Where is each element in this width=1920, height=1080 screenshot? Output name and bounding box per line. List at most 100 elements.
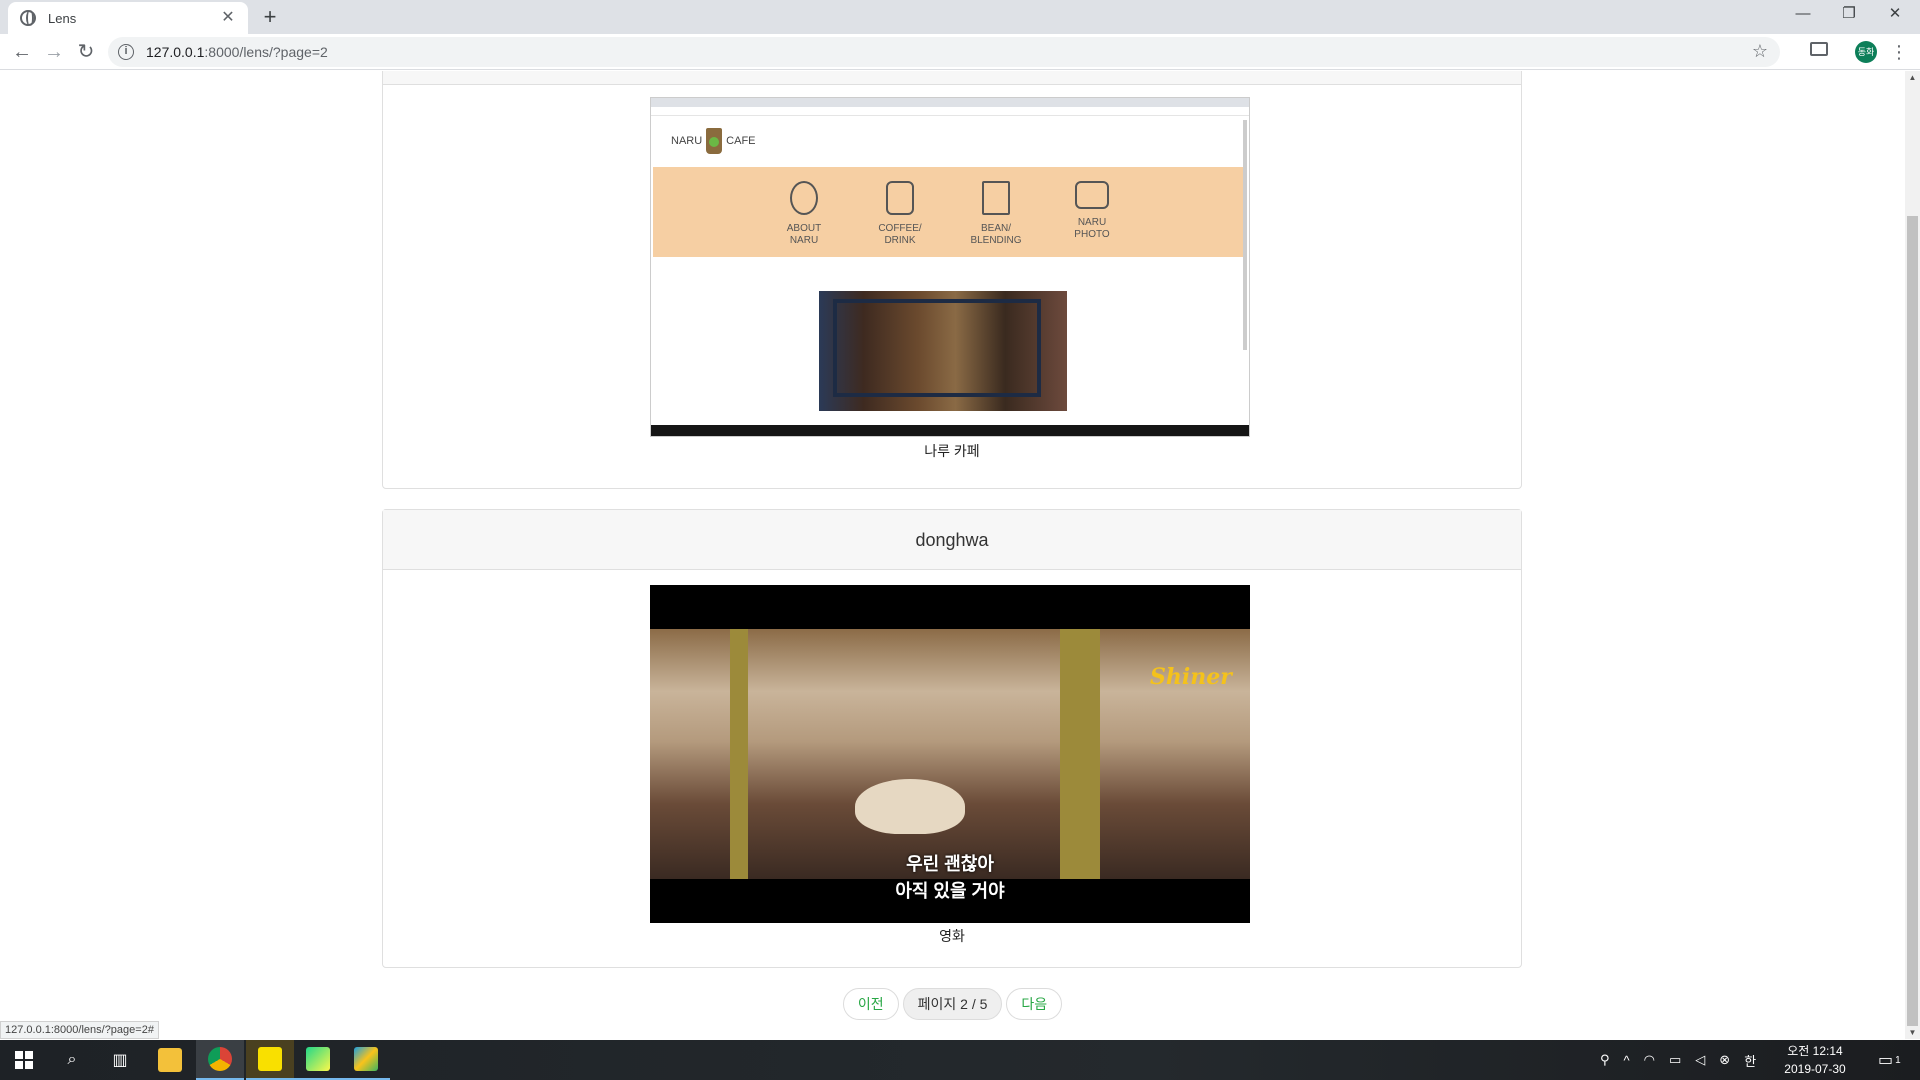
kakaotalk-icon[interactable] [246, 1040, 294, 1080]
windows-logo-icon [15, 1051, 33, 1069]
status-url: 127.0.0.1:8000/lens/?page=2# [0, 1021, 159, 1039]
notification-count: 1 [1895, 1054, 1901, 1066]
reload-button[interactable]: ↻ [72, 38, 100, 66]
tab-strip: Lens ✕ + — ❐ ✕ [0, 0, 1920, 34]
pycharm-tile [306, 1047, 330, 1071]
browser-menu-icon[interactable]: ⋮ [1890, 38, 1908, 66]
coffee-mug-icon [886, 181, 914, 215]
post-header [383, 71, 1521, 85]
mini-taskbar [651, 425, 1249, 436]
page-scrollbar[interactable]: ▲ ▼ [1905, 71, 1920, 1039]
network-icon[interactable]: ◠ [1644, 1052, 1655, 1068]
app-tile [354, 1047, 378, 1071]
cafe-storefront-photo [819, 291, 1067, 411]
menu-line1: BEAN/ [980, 223, 1011, 234]
browser-tab[interactable]: Lens ✕ [8, 2, 248, 34]
windows-taskbar: ⌕ ▥ ⚲ ^ ◠ ▭ ◁ ⊗ 한 오전 12:14 2019-07-30 ▭ … [0, 1040, 1920, 1080]
menu-line1: COFFEE/ [878, 223, 922, 234]
address-bar[interactable]: i 127.0.0.1:8000/lens/?page=2 ☆ [108, 37, 1780, 67]
system-clock[interactable]: 오전 12:14 2019-07-30 [1780, 1042, 1850, 1078]
menu-line1: NARU [1077, 217, 1107, 228]
menu-line1: ABOUT [786, 223, 822, 234]
task-view-icon[interactable]: ▥ [96, 1040, 144, 1080]
cafe-logo-right: CAFE [726, 135, 756, 147]
mini-scrollbar [1243, 120, 1247, 350]
cafe-menu-item: BEAN/ BLENDING [964, 181, 1028, 257]
scroll-thumb[interactable] [1907, 216, 1918, 1026]
page-viewport: NARU CAFE ABOUT NARU COFFEE/ DRINK BEAN/… [0, 71, 1905, 1039]
chrome-logo [208, 1047, 232, 1071]
pagination: 이전 페이지 2 / 5 다음 [0, 988, 1905, 1020]
bean-bag-icon [982, 181, 1010, 215]
cafe-menu-item: NARU PHOTO [1060, 181, 1124, 257]
restore-button[interactable]: ❐ [1826, 0, 1872, 30]
cafe-menu-item: ABOUT NARU [772, 181, 836, 257]
pycharm-icon[interactable] [294, 1040, 342, 1080]
subtitle-line1: 우린 괜찮아 [906, 854, 994, 874]
start-button[interactable] [0, 1040, 48, 1080]
info-icon[interactable]: i [118, 44, 134, 60]
scroll-down-arrow-icon[interactable]: ▼ [1905, 1028, 1920, 1037]
chrome-icon[interactable] [196, 1040, 244, 1080]
blocked-icon[interactable]: ⊗ [1719, 1052, 1730, 1068]
menu-line2: DRINK [884, 235, 916, 246]
post-author: donghwa [383, 510, 1521, 570]
profile-avatar[interactable]: 동화 [1855, 41, 1877, 63]
post-caption: 나루 카페 [924, 443, 980, 459]
bookmark-star-icon[interactable]: ☆ [1752, 41, 1768, 62]
current-page-indicator: 페이지 2 / 5 [902, 988, 1003, 1020]
volume-icon[interactable]: ◁ [1695, 1052, 1705, 1068]
back-button[interactable]: ← [8, 38, 36, 66]
menu-line2: PHOTO [1074, 229, 1110, 240]
post-card: donghwa Shiner 우린 괜찮아 아직 있을 거야 영화 [382, 509, 1522, 968]
cast-icon[interactable] [1810, 42, 1828, 56]
forward-button[interactable]: → [40, 38, 68, 66]
notification-icon: ▭ [1878, 1052, 1894, 1069]
chevron-up-icon[interactable]: ^ [1624, 1053, 1630, 1068]
cafe-logo-left: NARU [671, 135, 703, 147]
coffee-bean-icon [790, 181, 818, 215]
url-path: :8000/lens/?page=2 [204, 44, 328, 60]
movie-scene: Shiner [650, 629, 1250, 879]
post-image[interactable]: Shiner 우린 괜찮아 아직 있을 거야 [650, 585, 1250, 923]
tab-title: Lens [48, 10, 77, 26]
post-card: NARU CAFE ABOUT NARU COFFEE/ DRINK BEAN/… [382, 71, 1522, 489]
notification-center-icon[interactable]: ▭ 1 [1878, 1040, 1901, 1080]
subtitle-line2: 아직 있을 거야 [895, 881, 1005, 901]
folder-tile [158, 1048, 182, 1072]
menu-line2: BLENDING [970, 235, 1022, 246]
movie-subtitles: 우린 괜찮아 아직 있을 거야 [650, 851, 1250, 905]
menu-line2: NARU [789, 235, 819, 246]
cafe-logo: NARU CAFE [671, 128, 756, 154]
mini-browser-tabs [651, 98, 1249, 107]
post-caption: 영화 [939, 928, 965, 944]
globe-icon [20, 10, 36, 26]
prev-page-button[interactable]: 이전 [842, 988, 899, 1020]
new-tab-button[interactable]: + [258, 5, 282, 29]
camera-icon [1075, 181, 1109, 209]
browser-toolbar: ← → ↻ i 127.0.0.1:8000/lens/?page=2 ☆ 동화… [0, 34, 1920, 70]
app-icon[interactable] [342, 1040, 390, 1080]
battery-icon[interactable]: ▭ [1669, 1052, 1681, 1068]
scroll-up-arrow-icon[interactable]: ▲ [1905, 73, 1920, 82]
cowboy-hat [855, 779, 965, 834]
mini-browser-bar [651, 107, 1249, 116]
clock-time: 오전 12:14 [1787, 1044, 1843, 1058]
post-image[interactable]: NARU CAFE ABOUT NARU COFFEE/ DRINK BEAN/… [650, 97, 1250, 437]
next-page-button[interactable]: 다음 [1006, 988, 1063, 1020]
system-tray: ⚲ ^ ◠ ▭ ◁ ⊗ 한 [1600, 1040, 1756, 1080]
cafe-menu-item: COFFEE/ DRINK [868, 181, 932, 257]
close-tab-icon[interactable]: ✕ [220, 10, 236, 26]
talk-tile [258, 1047, 282, 1071]
url-host: 127.0.0.1 [146, 44, 205, 60]
close-window-button[interactable]: ✕ [1872, 0, 1918, 30]
search-icon[interactable]: ⌕ [48, 1040, 96, 1080]
coffee-cup-icon [706, 128, 723, 154]
url-text: 127.0.0.1:8000/lens/?page=2 [146, 44, 328, 60]
clock-date: 2019-07-30 [1784, 1062, 1846, 1076]
ime-icon[interactable]: 한 [1744, 1051, 1756, 1070]
file-explorer-icon[interactable] [146, 1040, 194, 1080]
minimize-button[interactable]: — [1780, 0, 1826, 30]
cafe-menu-bar: ABOUT NARU COFFEE/ DRINK BEAN/ BLENDING [653, 167, 1243, 257]
people-icon[interactable]: ⚲ [1600, 1052, 1610, 1068]
